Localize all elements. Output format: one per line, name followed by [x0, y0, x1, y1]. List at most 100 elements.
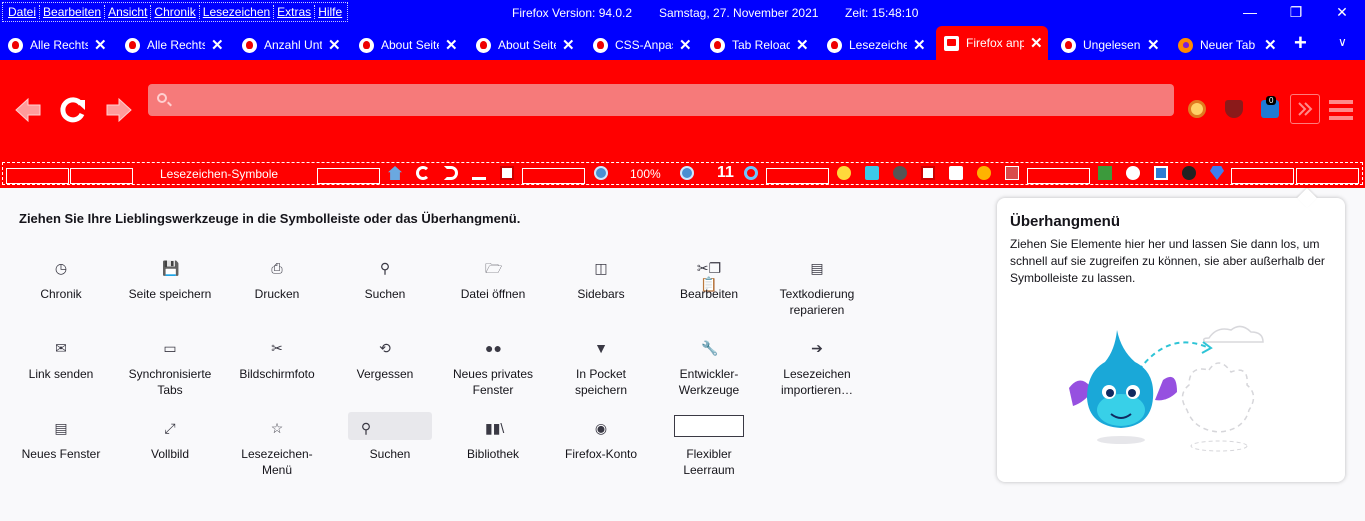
close-window-button[interactable]: ✕ — [1332, 4, 1352, 21]
tab[interactable]: Neuer Tab ✕ — [1170, 30, 1282, 60]
close-tab-icon[interactable]: ✕ — [562, 36, 575, 54]
home-icon[interactable] — [388, 166, 402, 180]
close-tab-icon[interactable]: ✕ — [94, 36, 107, 54]
palette-item-search-bar[interactable]: ⚲ Suchen — [340, 420, 440, 462]
close-tab-icon[interactable]: ✕ — [445, 36, 458, 54]
emoji-icon[interactable] — [837, 166, 851, 180]
puzzle-icon[interactable] — [865, 166, 879, 180]
palette-item-print[interactable]: ⎙ Drucken — [227, 260, 327, 302]
restore-button[interactable]: ❐ — [1286, 4, 1306, 21]
pin-icon — [944, 35, 959, 51]
counter-icon[interactable] — [893, 166, 907, 180]
minimize-button[interactable]: — — [1240, 4, 1260, 20]
new-tab-button[interactable]: + — [1294, 30, 1307, 56]
flexible-space-preview[interactable] — [674, 415, 744, 437]
palette-item-library[interactable]: ▮▮\ Bibliothek — [443, 420, 543, 462]
pocket-icon: ▼ — [594, 340, 608, 356]
globe-icon[interactable] — [1126, 166, 1140, 180]
reload-icon[interactable] — [416, 166, 430, 180]
close-tab-icon[interactable]: ✕ — [211, 36, 224, 54]
palette-item-synced-tabs[interactable]: ▭ Synchronisierte Tabs — [120, 340, 220, 398]
palette-item-private-window[interactable]: ●● Neues privates Fenster — [443, 340, 543, 398]
back-button[interactable] — [13, 95, 43, 125]
palette-item-new-window[interactable]: ▤ Neues Fenster — [11, 420, 111, 462]
palette-item-import-bookmarks[interactable]: ➔ Lesezeichen importieren… — [767, 340, 867, 398]
chevron-double-right-icon — [1298, 102, 1313, 116]
tab[interactable]: Tab Reload ✕ — [702, 30, 814, 60]
close-tab-icon[interactable]: ✕ — [679, 36, 692, 54]
palette-item-bookmarks-menu[interactable]: ☆ Lesezeichen-Menü — [227, 420, 327, 478]
tab[interactable]: Lesezeiche ✕ — [819, 30, 931, 60]
menu-datei[interactable]: Datei — [5, 5, 41, 19]
menu-bearbeiten[interactable]: Bearbeiten — [40, 5, 106, 19]
map-icon[interactable] — [1098, 166, 1112, 180]
duckduckgo-icon[interactable] — [1188, 100, 1206, 118]
balls-icon[interactable] — [1182, 166, 1196, 180]
palette-item-text-encoding[interactable]: ▤ Textkodierung reparieren — [767, 260, 867, 318]
tab[interactable]: About Seite ✕ — [468, 30, 580, 60]
menu-ansicht[interactable]: Ansicht — [105, 5, 152, 19]
zoom-level[interactable]: 100% — [630, 167, 661, 181]
palette-item-search[interactable]: ⚲ Suchen — [335, 260, 435, 302]
text-encoding-icon: ▤ — [810, 260, 824, 276]
tab[interactable]: About Seite ✕ — [351, 30, 463, 60]
diamond-icon[interactable] — [1210, 166, 1224, 180]
palette-item-edit[interactable]: ✂❐📋 Bearbeiten — [659, 260, 759, 302]
url-input[interactable] — [178, 90, 1138, 110]
forward-arrow-icon — [106, 97, 132, 123]
palette-item-open-file[interactable]: 🗁 Datei öffnen — [443, 260, 543, 302]
close-tab-icon[interactable]: ✕ — [1147, 36, 1160, 54]
palette-item-developer-tools[interactable]: 🔧 Entwickler-Werkzeuge — [659, 340, 759, 398]
palette-item-pocket[interactable]: ▼ In Pocket speichern — [551, 340, 651, 398]
tab[interactable]: Alle Rechts ✕ — [0, 30, 112, 60]
import-icon: ➔ — [811, 340, 823, 356]
refresh-icon[interactable] — [744, 166, 758, 180]
tab-active[interactable]: Firefox anp ✕ — [936, 26, 1048, 60]
zoom-in-icon[interactable] — [680, 166, 694, 180]
palette-item-fullscreen[interactable]: ⤢ Vollbild — [120, 420, 220, 462]
menu-extras[interactable]: Extras — [274, 5, 316, 19]
forward-button[interactable] — [104, 95, 134, 125]
close-tab-icon[interactable]: ✕ — [328, 36, 341, 54]
palette-item-label: Flexibler Leerraum — [683, 447, 735, 477]
printer-icon: ⎙ — [271, 260, 283, 276]
tools-icon[interactable] — [949, 166, 963, 180]
menu-lesezeichen[interactable]: Lesezeichen — [200, 5, 275, 19]
tab[interactable]: CSS-Anpas ✕ — [585, 30, 697, 60]
save-icon[interactable] — [1154, 166, 1168, 180]
download-icon[interactable] — [472, 166, 486, 180]
close-tab-icon[interactable]: ✕ — [1030, 34, 1043, 52]
tab[interactable]: Anzahl Unt ✕ — [234, 30, 346, 60]
close-tab-icon[interactable]: ✕ — [913, 36, 926, 54]
palette-item-forget[interactable]: ⟲ Vergessen — [335, 340, 435, 382]
hamburger-menu-icon — [1329, 100, 1353, 120]
gear-icon[interactable] — [977, 166, 991, 180]
grid-icon[interactable] — [500, 166, 514, 180]
palette-item-flexible-space[interactable]: Flexibler Leerraum — [659, 446, 759, 478]
zoom-out-icon[interactable] — [594, 166, 608, 180]
tab[interactable]: Ungelesen ✕ — [1053, 30, 1165, 60]
url-bar[interactable] — [148, 84, 1174, 116]
tab-list-button[interactable]: ∨ — [1338, 35, 1347, 49]
undo-close-tab-icon[interactable] — [444, 166, 458, 180]
menu-chronik[interactable]: Chronik — [151, 5, 200, 19]
ublock-icon[interactable] — [1225, 100, 1243, 118]
extension-badge: 0 — [1266, 96, 1277, 105]
overflow-panel[interactable]: Überhangmenü Ziehen Sie Elemente hier he… — [997, 188, 1345, 482]
overflow-button[interactable] — [1290, 94, 1320, 124]
palette-item-firefox-account[interactable]: ◉ Firefox-Konto — [551, 420, 651, 462]
palette-item-email-link[interactable]: ✉ Link senden — [11, 340, 111, 382]
palette-item-history[interactable]: ◷ Chronik — [11, 260, 111, 302]
zip-icon[interactable] — [921, 166, 935, 180]
menu-hilfe[interactable]: Hilfe — [315, 5, 345, 19]
palette-item-sidebars[interactable]: ◫ Sidebars — [551, 260, 651, 302]
notes-icon[interactable] — [1005, 166, 1019, 180]
palette-item-save-page[interactable]: 💾 Seite speichern — [120, 260, 220, 302]
tab[interactable]: Alle Rechts ✕ — [117, 30, 229, 60]
app-menu-button[interactable] — [1326, 95, 1356, 125]
close-tab-icon[interactable]: ✕ — [1264, 36, 1277, 54]
reload-button[interactable] — [58, 95, 88, 125]
palette-item-screenshot[interactable]: ✂ Bildschirmfoto — [227, 340, 327, 382]
close-tab-icon[interactable]: ✕ — [796, 36, 809, 54]
bookmarks-label[interactable]: Lesezeichen-Symbole — [160, 167, 278, 181]
